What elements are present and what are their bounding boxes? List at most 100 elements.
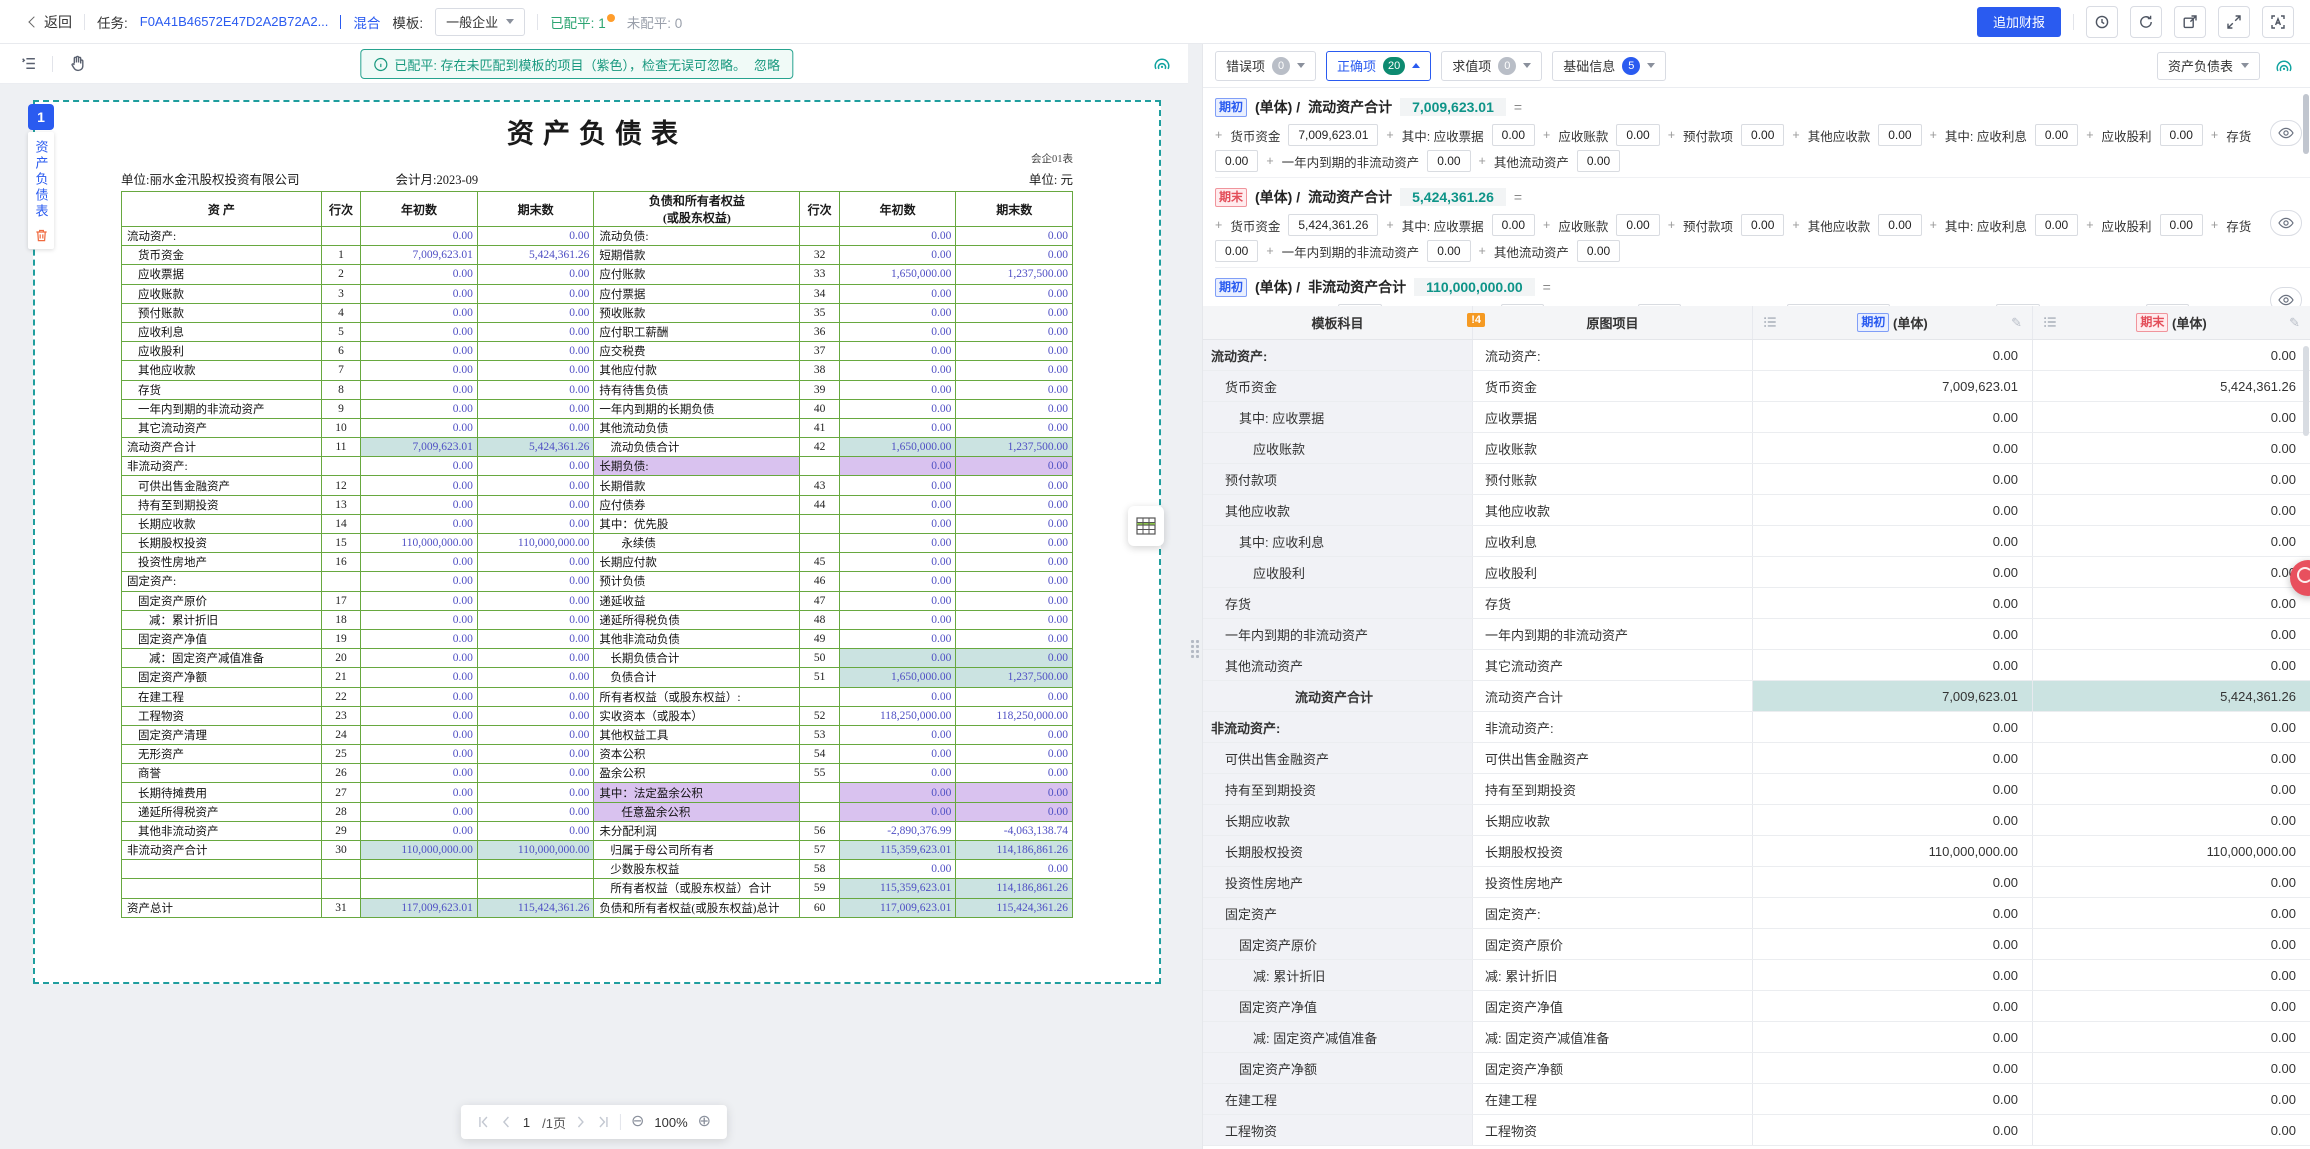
page-tab-title[interactable]: 资产负债表 — [32, 140, 51, 220]
first-page-button[interactable] — [477, 1116, 491, 1128]
filter-button-正确项[interactable]: 正确项20 — [1326, 51, 1431, 81]
table-row[interactable]: 长期股权投资长期股权投资110,000,000.00110,000,000.00 — [1203, 836, 2310, 867]
formula-item-value[interactable]: 7,009,623.01 — [1288, 124, 1378, 146]
banner-ignore-link[interactable]: 忽略 — [754, 55, 780, 74]
formula-item-value[interactable]: 0.00 — [1215, 150, 1258, 172]
formula-total-value[interactable]: 7,009,623.01 — [1400, 98, 1506, 116]
table-row[interactable]: 非流动资产:非流动资产:0.000.00 — [1203, 712, 2310, 743]
back-button[interactable]: 返回 — [30, 12, 72, 32]
template-select[interactable]: 一般企业 — [435, 8, 525, 36]
table-row[interactable]: 预付款项预付账款0.000.00 — [1203, 464, 2310, 495]
page-tab[interactable]: 1 资产负债表 — [28, 104, 54, 249]
toggle-visibility-button[interactable] — [2270, 210, 2302, 236]
formula-item-value[interactable]: 0.00 — [2035, 214, 2078, 236]
edit-column-icon[interactable]: ✎ — [2289, 315, 2300, 331]
formula-item-value[interactable]: 0.00 — [1577, 240, 1620, 262]
zoom-in-button[interactable]: ⊕ — [698, 1114, 711, 1130]
table-row[interactable]: 投资性房地产投资性房地产0.000.00 — [1203, 867, 2310, 898]
doc-ai-button[interactable] — [1148, 50, 1176, 78]
table-row[interactable]: 一年内到期的非流动资产一年内到期的非流动资产0.000.00 — [1203, 619, 2310, 650]
toggle-visibility-button[interactable] — [2270, 287, 2302, 307]
doc-begin-value: 0.00 — [839, 553, 956, 572]
formula-item-value[interactable]: 0.00 — [1878, 214, 1921, 236]
table-row[interactable]: 持有至到期投资持有至到期投资0.000.00 — [1203, 774, 2310, 805]
formula-target: 非流动资产合计 — [1308, 277, 1406, 297]
formula-item-value[interactable]: 0.00 — [1741, 214, 1784, 236]
table-row[interactable]: 减: 固定资产减值准备减: 固定资产减值准备0.000.00 — [1203, 1022, 2310, 1053]
table-row[interactable]: 减: 累计折旧减: 累计折旧0.000.00 — [1203, 960, 2310, 991]
scrollbar-thumb[interactable] — [2303, 346, 2309, 436]
formula-item-value[interactable]: 0.00 — [1616, 124, 1659, 146]
refresh-button[interactable] — [2130, 6, 2162, 38]
formula-item-value[interactable]: 0.00 — [1427, 240, 1470, 262]
filter-button-求值项[interactable]: 求值项0 — [1441, 51, 1542, 81]
formula-item-value[interactable]: 0.00 — [1492, 214, 1535, 236]
formula-item-value[interactable]: 0.00 — [1215, 240, 1258, 262]
table-row[interactable]: 应收股利应收股利0.000.00 — [1203, 557, 2310, 588]
fullscreen-button[interactable] — [2218, 6, 2250, 38]
table-row[interactable]: 固定资产固定资产:0.000.00 — [1203, 898, 2310, 929]
formula-item-value[interactable]: 0.00 — [2160, 214, 2203, 236]
table-row[interactable]: 流动资产合计流动资产合计7,009,623.015,424,361.26 — [1203, 681, 2310, 712]
last-page-button[interactable] — [596, 1116, 610, 1128]
formula-scope: (单体) / — [1255, 97, 1300, 117]
open-external-button[interactable] — [2174, 6, 2206, 38]
table-row[interactable]: 其他流动资产其它流动资产0.000.00 — [1203, 650, 2310, 681]
table-row[interactable]: 流动资产:流动资产:0.000.00 — [1203, 340, 2310, 371]
formula-item-value[interactable]: 0.00 — [1741, 124, 1784, 146]
prev-page-button[interactable] — [501, 1116, 511, 1128]
history-button[interactable] — [2086, 6, 2118, 38]
filter-button-错误项[interactable]: 错误项0 — [1215, 51, 1316, 81]
scrollbar-thumb[interactable] — [2303, 94, 2309, 154]
formula-item-value[interactable]: 0.00 — [1427, 150, 1470, 172]
table-row[interactable]: 应收账款应收账款0.000.00 — [1203, 433, 2310, 464]
table-row[interactable]: 其中: 应收票据应收票据0.000.00 — [1203, 402, 2310, 433]
table-row[interactable]: 其他应收款其他应收款0.000.00 — [1203, 495, 2310, 526]
period-end-value: 0.00 — [2033, 433, 2310, 463]
current-page[interactable]: 1 — [521, 1115, 532, 1130]
outline-button[interactable] — [14, 50, 42, 78]
formula-total-value[interactable]: 110,000,000.00 — [1414, 278, 1535, 296]
table-row[interactable]: 工程物资工程物资0.000.00 — [1203, 1115, 2310, 1146]
formula-item-value[interactable]: 0.00 — [1577, 150, 1620, 172]
report-type-select[interactable]: 资产负债表 — [2157, 52, 2260, 80]
next-page-button[interactable] — [576, 1116, 586, 1128]
table-row[interactable]: 固定资产净额固定资产净额0.000.00 — [1203, 1053, 2310, 1084]
pan-hand-button[interactable] — [63, 50, 91, 78]
toggle-visibility-button[interactable] — [2270, 120, 2302, 146]
formula-item-value[interactable]: 0.00 — [2160, 124, 2203, 146]
table-row[interactable]: 长期应收款长期应收款0.000.00 — [1203, 805, 2310, 836]
formula-item-value[interactable]: 0.00 — [1616, 214, 1659, 236]
formula-item-value[interactable]: 0.00 — [1878, 124, 1921, 146]
delete-page-button[interactable] — [34, 228, 49, 243]
zoom-out-button[interactable]: ⊖ — [631, 1114, 644, 1130]
pane-splitter[interactable] — [1188, 44, 1202, 1149]
table-extract-button[interactable] — [1128, 506, 1164, 546]
task-link[interactable]: F0A41B46572E47D2A2B72A2... — [140, 14, 329, 29]
edit-column-icon[interactable]: ✎ — [2011, 315, 2022, 331]
ocr-recognize-button[interactable] — [2262, 6, 2294, 38]
table-row[interactable]: 固定资产原价固定资产原价0.000.00 — [1203, 929, 2310, 960]
filter-button-基础信息[interactable]: 基础信息5 — [1552, 51, 1666, 81]
table-row[interactable]: 其中: 应收利息应收利息0.000.00 — [1203, 526, 2310, 557]
formula-total-value[interactable]: 5,424,361.26 — [1400, 188, 1506, 206]
append-report-button[interactable]: 追加财报 — [1977, 7, 2061, 37]
column-menu-icon[interactable] — [1763, 315, 1777, 332]
doc-line-number: 28 — [321, 802, 361, 821]
table-row[interactable]: 存货存货0.000.00 — [1203, 588, 2310, 619]
formula-item-value[interactable]: 0.00 — [2035, 124, 2078, 146]
table-row[interactable]: 可供出售金融资产可供出售金融资产0.000.00 — [1203, 743, 2310, 774]
doc-line-number: 24 — [321, 725, 361, 744]
page-selection-border[interactable]: 资产负债表 会企01表 单位:丽水金汛股权投资有限公司 会计月:2023-09 … — [33, 100, 1161, 984]
warning-count-badge[interactable]: !4 — [1467, 313, 1485, 327]
doc-line-number: 11 — [321, 438, 361, 457]
table-row[interactable]: 在建工程在建工程0.000.00 — [1203, 1084, 2310, 1115]
column-menu-icon[interactable] — [2043, 315, 2057, 332]
table-row[interactable]: 固定资产净值固定资产净值0.000.00 — [1203, 991, 2310, 1022]
doc-item-label: 其他应付款 — [594, 361, 800, 380]
table-row[interactable]: 货币资金货币资金7,009,623.015,424,361.26 — [1203, 371, 2310, 402]
panel-ai-button[interactable] — [2270, 52, 2298, 80]
formula-item-value[interactable]: 0.00 — [1492, 124, 1535, 146]
plus-sign: + — [1215, 128, 1222, 142]
formula-item-value[interactable]: 5,424,361.26 — [1288, 214, 1378, 236]
